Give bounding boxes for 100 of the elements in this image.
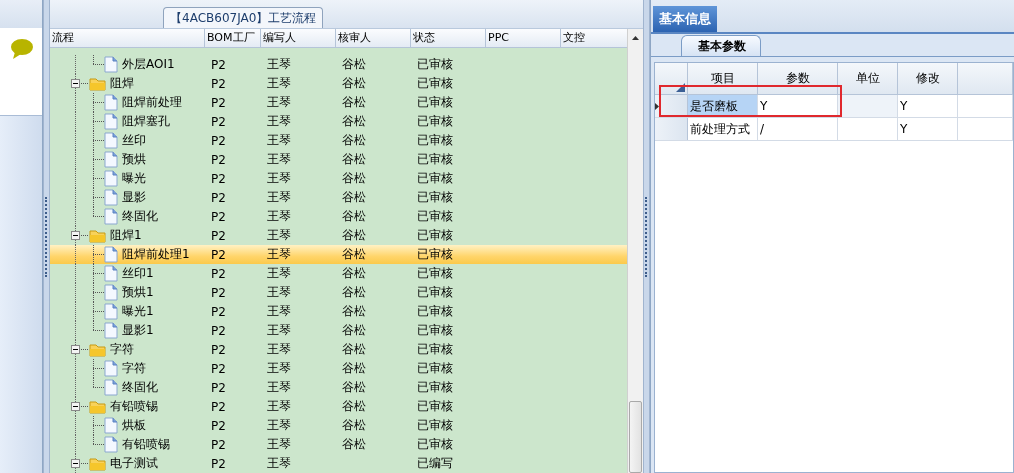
status-cell-text: 已审核 [416,151,454,168]
reviewer-cell-text: 谷松 [341,398,367,415]
factory-cell-text: P2 [210,209,227,224]
reviewer-cell-text: 谷松 [341,360,367,377]
document-icon [104,208,118,225]
panel-tab[interactable]: 基本信息 [653,6,717,32]
collapse-icon[interactable] [71,79,80,88]
status-cell-text: 已审核 [416,170,454,187]
step-label: 曝光 [122,170,146,187]
column-header[interactable]: 流程 [50,29,205,47]
tree-row[interactable]: 阻焊前处理 P2 王琴 谷松 已审核 [50,93,628,112]
sort-corner-icon[interactable] [676,83,685,92]
folder-icon [89,456,106,471]
document-icon [104,436,118,453]
status-cell-text: 已审核 [416,303,454,320]
collapse-icon[interactable] [71,231,80,240]
status-cell-text: 已审核 [416,341,454,358]
tree-row[interactable]: 曝光1 P2 王琴 谷松 已审核 [50,302,628,321]
step-label: 终固化 [122,208,158,225]
reviewer-cell-text: 谷松 [341,151,367,168]
collapse-icon[interactable] [71,345,80,354]
author-cell-text: 王琴 [266,417,292,434]
tree-row[interactable]: 预烘 P2 王琴 谷松 已审核 [50,150,628,169]
tree-row[interactable]: 曝光 P2 王琴 谷松 已审核 [50,169,628,188]
author-cell-text: 王琴 [266,151,292,168]
author-cell-text: 王琴 [266,246,292,263]
column-header[interactable]: BOM工厂 [205,29,261,47]
collapse-icon[interactable] [71,402,80,411]
column-header[interactable]: PPC [486,29,561,47]
tree-row[interactable]: 有铅喷锡 P2 王琴 谷松 已审核 [50,397,628,416]
author-cell-text: 王琴 [266,303,292,320]
factory-cell-text: P2 [210,114,227,129]
collapse-icon[interactable] [71,459,80,468]
author-cell-text: 王琴 [266,132,292,149]
reviewer-cell-text: 谷松 [341,227,367,244]
scroll-up-icon[interactable] [632,35,639,40]
value-cell[interactable]: Y [758,95,838,117]
status-cell-text: 已审核 [416,284,454,301]
reviewer-cell-text: 谷松 [341,132,367,149]
status-cell-text: 已编写 [416,455,454,472]
parameter-row[interactable]: 是否磨板 Y Y [655,95,1013,118]
tree-row[interactable]: 烘板 P2 王琴 谷松 已审核 [50,416,628,435]
tree-row[interactable]: 有铅喷锡 P2 王琴 谷松 已审核 [50,435,628,454]
reviewer-cell-text: 谷松 [341,322,367,339]
tree-row[interactable]: 阻焊塞孔 P2 王琴 谷松 已审核 [50,112,628,131]
status-cell-text: 已审核 [416,227,454,244]
factory-cell-text: P2 [210,304,227,319]
parameter-row[interactable]: 前处理方式 / Y [655,118,1013,141]
sub-tab[interactable]: 基本参数 [681,35,761,56]
factory-cell-text: P2 [210,190,227,205]
reviewer-cell-text: 谷松 [341,379,367,396]
tree-connector [93,131,104,150]
tree-row[interactable]: 显影 P2 王琴 谷松 已审核 [50,188,628,207]
author-cell-text: 王琴 [266,360,292,377]
factory-cell-text: P2 [210,95,227,110]
tree-row[interactable]: 电子测试 P2 王琴 已编写 [50,454,628,473]
column-header[interactable]: 核审人 [336,29,411,47]
tree-row[interactable]: 显影1 P2 王琴 谷松 已审核 [50,321,628,340]
scroll-thumb[interactable] [629,401,642,473]
document-icon [104,322,118,339]
reviewer-cell-text: 谷松 [341,94,367,111]
document-icon [104,113,118,130]
step-label: 曝光1 [122,303,154,320]
step-label: 烘板 [122,417,146,434]
status-cell-text: 已审核 [416,360,454,377]
tree-row[interactable]: 字符 P2 王琴 谷松 已审核 [50,359,628,378]
tree-connector [93,169,104,188]
tree-row[interactable]: 丝印 P2 王琴 谷松 已审核 [50,131,628,150]
unit-cell [838,95,898,117]
column-header[interactable]: 编写人 [261,29,336,47]
tree-row[interactable]: 阻焊前处理1 P2 王琴 谷松 已审核 [50,245,628,264]
tree-row[interactable]: 外层AOI1 P2 王琴 谷松 已审核 [50,55,628,74]
author-cell-text: 王琴 [266,94,292,111]
tree-row[interactable]: 预烘1 P2 王琴 谷松 已审核 [50,283,628,302]
column-header[interactable]: 状态 [411,29,486,47]
status-cell-text: 已审核 [416,322,454,339]
tree-row[interactable]: 阻焊 P2 王琴 谷松 已审核 [50,74,628,93]
tree-row[interactable]: 终固化 P2 王琴 谷松 已审核 [50,378,628,397]
factory-cell-text: P2 [210,361,227,376]
document-icon [104,265,118,282]
tree-row[interactable]: 字符 P2 王琴 谷松 已审核 [50,340,628,359]
document-icon [104,132,118,149]
factory-cell-text: P2 [210,285,227,300]
scrollbar[interactable] [627,29,643,473]
document-icon [104,56,118,73]
reviewer-cell-text: 谷松 [341,436,367,453]
reviewer-cell-text: 谷松 [341,341,367,358]
status-cell-text: 已审核 [416,417,454,434]
factory-cell-text: P2 [210,152,227,167]
reviewer-cell-text: 谷松 [341,417,367,434]
value-cell[interactable]: / [758,118,838,140]
folder-icon [89,228,106,243]
current-row-icon [655,102,659,110]
author-cell-text: 王琴 [266,208,292,225]
tree-row[interactable]: 终固化 P2 王琴 谷松 已审核 [50,207,628,226]
tree-connector [93,112,104,131]
reviewer-cell-text: 谷松 [341,170,367,187]
reviewer-cell-text: 谷松 [341,189,367,206]
status-cell-text: 已审核 [416,94,454,111]
tree-row[interactable]: 丝印1 P2 王琴 谷松 已审核 [50,264,628,283]
